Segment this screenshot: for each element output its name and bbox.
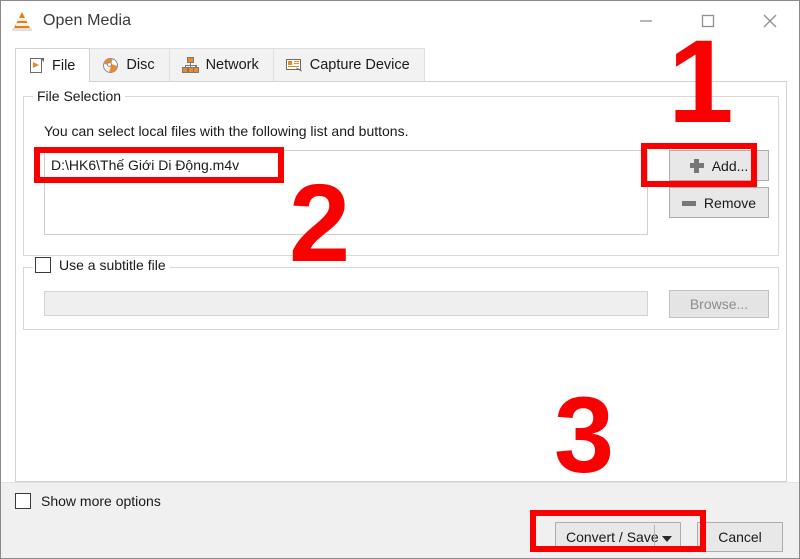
tab-capture-device-label: Capture Device — [309, 57, 410, 73]
split-separator — [654, 525, 655, 551]
subtitle-path-input[interactable] — [44, 291, 648, 316]
dialog-footer: Show more options Convert / Save Cancel — [1, 482, 799, 558]
file-selection-title: File Selection — [33, 88, 126, 104]
tab-disc[interactable]: Disc — [89, 48, 170, 81]
window-title: Open Media — [43, 12, 132, 29]
window-controls — [615, 1, 799, 41]
vlc-cone-icon — [11, 10, 33, 32]
tab-capture-device[interactable]: Capture Device — [272, 48, 425, 81]
show-more-options-row[interactable]: Show more options — [15, 493, 161, 509]
file-selection-group: File Selection You can select local file… — [23, 88, 779, 256]
add-button-label: Add... — [711, 157, 749, 174]
chevron-down-icon[interactable] — [662, 536, 672, 542]
use-subtitle-checkbox-row[interactable]: Use a subtitle file — [33, 257, 170, 273]
tab-file-label: File — [52, 57, 76, 74]
remove-button[interactable]: Remove — [669, 187, 769, 218]
file-list-item[interactable]: D:\HK6\Thế Giới Di Động.m4v — [45, 155, 647, 175]
add-button[interactable]: Add... — [669, 150, 769, 181]
use-subtitle-label: Use a subtitle file — [59, 257, 166, 273]
footer-button-row: Convert / Save Cancel — [555, 522, 783, 552]
show-more-options-checkbox[interactable] — [15, 493, 31, 509]
plus-icon — [689, 158, 704, 173]
tab-network[interactable]: Network — [168, 48, 274, 81]
tab-disc-label: Disc — [126, 57, 155, 73]
tab-panel-file: File Selection You can select local file… — [15, 82, 787, 482]
tab-network-label: Network — [205, 57, 259, 73]
minus-icon — [681, 196, 696, 210]
browse-button[interactable]: Browse... — [669, 290, 769, 318]
minimize-icon[interactable] — [615, 1, 677, 41]
file-selection-hint: You can select local files with the foll… — [44, 123, 409, 139]
browse-button-label: Browse... — [689, 296, 749, 312]
remove-button-label: Remove — [703, 194, 757, 211]
show-more-options-label: Show more options — [41, 493, 161, 509]
file-icon — [28, 57, 45, 74]
file-list[interactable]: D:\HK6\Thế Giới Di Động.m4v — [44, 150, 648, 235]
convert-save-button[interactable]: Convert / Save — [555, 522, 681, 552]
close-icon[interactable] — [739, 1, 799, 41]
disc-icon — [102, 57, 119, 74]
tab-strip: File Disc Network Capture Device — [15, 48, 787, 82]
open-media-dialog: Open Media File Disc Network Capture Dev… — [0, 0, 800, 559]
tab-file[interactable]: File — [15, 48, 91, 82]
convert-save-label: Convert / Save — [566, 529, 659, 545]
network-icon — [182, 56, 200, 74]
use-subtitle-checkbox[interactable] — [35, 257, 51, 273]
subtitle-group: Use a subtitle file Browse... — [23, 257, 779, 330]
cancel-button-label: Cancel — [718, 529, 762, 545]
title-bar: Open Media — [1, 1, 799, 41]
cancel-button[interactable]: Cancel — [697, 522, 783, 552]
capture-device-icon — [286, 57, 303, 74]
maximize-icon[interactable] — [677, 1, 739, 41]
